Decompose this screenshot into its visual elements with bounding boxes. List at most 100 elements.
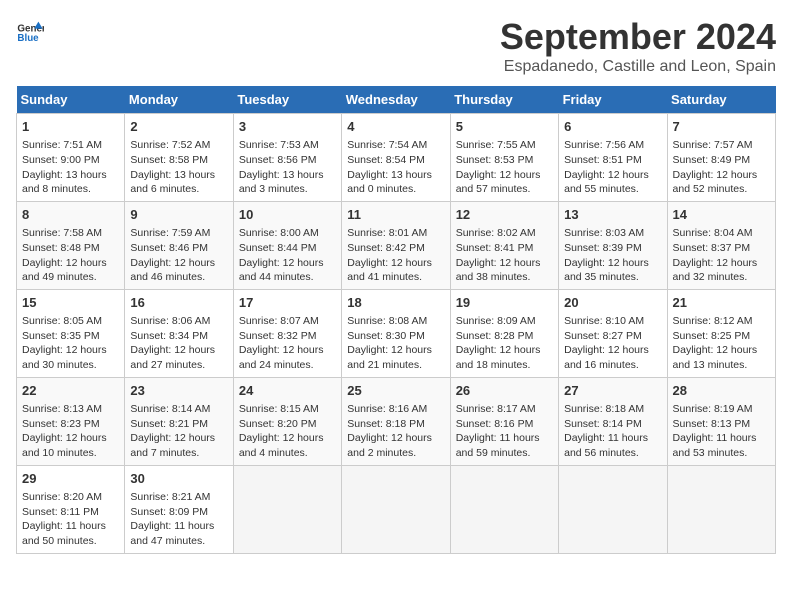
- daylight-text: Daylight: 12 hours and 24 minutes.: [239, 344, 324, 371]
- calendar-day-4: 4Sunrise: 7:54 AMSunset: 8:54 PMDaylight…: [342, 114, 450, 202]
- sunset-text: Sunset: 8:41 PM: [456, 242, 534, 254]
- sunrise-text: Sunrise: 8:16 AM: [347, 403, 427, 415]
- sunset-text: Sunset: 8:23 PM: [22, 418, 100, 430]
- calendar-week-2: 8Sunrise: 7:58 AMSunset: 8:48 PMDaylight…: [17, 201, 776, 289]
- sunset-text: Sunset: 8:09 PM: [130, 506, 208, 518]
- calendar-day-13: 13Sunrise: 8:03 AMSunset: 8:39 PMDayligh…: [559, 201, 667, 289]
- sunrise-text: Sunrise: 7:56 AM: [564, 139, 644, 151]
- calendar-day-16: 16Sunrise: 8:06 AMSunset: 8:34 PMDayligh…: [125, 289, 233, 377]
- sunset-text: Sunset: 9:00 PM: [22, 154, 100, 166]
- daylight-text: Daylight: 12 hours and 21 minutes.: [347, 344, 432, 371]
- day-number: 18: [347, 294, 444, 312]
- day-number: 21: [673, 294, 770, 312]
- day-number: 29: [22, 470, 119, 488]
- day-number: 7: [673, 118, 770, 136]
- sunset-text: Sunset: 8:58 PM: [130, 154, 208, 166]
- daylight-text: Daylight: 11 hours and 53 minutes.: [673, 432, 757, 459]
- calendar-week-3: 15Sunrise: 8:05 AMSunset: 8:35 PMDayligh…: [17, 289, 776, 377]
- sunrise-text: Sunrise: 7:51 AM: [22, 139, 102, 151]
- day-number: 4: [347, 118, 444, 136]
- daylight-text: Daylight: 12 hours and 4 minutes.: [239, 432, 324, 459]
- col-thursday: Thursday: [450, 86, 558, 114]
- calendar-day-22: 22Sunrise: 8:13 AMSunset: 8:23 PMDayligh…: [17, 377, 125, 465]
- daylight-text: Daylight: 11 hours and 56 minutes.: [564, 432, 648, 459]
- day-number: 14: [673, 206, 770, 224]
- sunrise-text: Sunrise: 8:05 AM: [22, 315, 102, 327]
- daylight-text: Daylight: 12 hours and 18 minutes.: [456, 344, 541, 371]
- daylight-text: Daylight: 12 hours and 16 minutes.: [564, 344, 649, 371]
- sunset-text: Sunset: 8:49 PM: [673, 154, 751, 166]
- sunset-text: Sunset: 8:48 PM: [22, 242, 100, 254]
- sunset-text: Sunset: 8:56 PM: [239, 154, 317, 166]
- calendar-day-14: 14Sunrise: 8:04 AMSunset: 8:37 PMDayligh…: [667, 201, 775, 289]
- day-number: 8: [22, 206, 119, 224]
- sunrise-text: Sunrise: 8:21 AM: [130, 491, 210, 503]
- sunrise-text: Sunrise: 8:01 AM: [347, 227, 427, 239]
- sunset-text: Sunset: 8:18 PM: [347, 418, 425, 430]
- day-number: 1: [22, 118, 119, 136]
- calendar-day-25: 25Sunrise: 8:16 AMSunset: 8:18 PMDayligh…: [342, 377, 450, 465]
- calendar-day-17: 17Sunrise: 8:07 AMSunset: 8:32 PMDayligh…: [233, 289, 341, 377]
- logo: General Blue: [16, 16, 44, 44]
- sunset-text: Sunset: 8:44 PM: [239, 242, 317, 254]
- daylight-text: Daylight: 13 hours and 0 minutes.: [347, 169, 432, 196]
- calendar-week-5: 29Sunrise: 8:20 AMSunset: 8:11 PMDayligh…: [17, 465, 776, 553]
- calendar-empty: [559, 465, 667, 553]
- sunset-text: Sunset: 8:25 PM: [673, 330, 751, 342]
- day-number: 2: [130, 118, 227, 136]
- col-sunday: Sunday: [17, 86, 125, 114]
- sunset-text: Sunset: 8:16 PM: [456, 418, 534, 430]
- calendar-day-27: 27Sunrise: 8:18 AMSunset: 8:14 PMDayligh…: [559, 377, 667, 465]
- day-number: 13: [564, 206, 661, 224]
- col-wednesday: Wednesday: [342, 86, 450, 114]
- daylight-text: Daylight: 11 hours and 47 minutes.: [130, 520, 214, 547]
- calendar-day-7: 7Sunrise: 7:57 AMSunset: 8:49 PMDaylight…: [667, 114, 775, 202]
- calendar-empty: [233, 465, 341, 553]
- daylight-text: Daylight: 12 hours and 7 minutes.: [130, 432, 215, 459]
- daylight-text: Daylight: 12 hours and 27 minutes.: [130, 344, 215, 371]
- day-number: 11: [347, 206, 444, 224]
- calendar-day-18: 18Sunrise: 8:08 AMSunset: 8:30 PMDayligh…: [342, 289, 450, 377]
- sunset-text: Sunset: 8:51 PM: [564, 154, 642, 166]
- day-number: 30: [130, 470, 227, 488]
- sunrise-text: Sunrise: 8:18 AM: [564, 403, 644, 415]
- calendar-empty: [667, 465, 775, 553]
- sunrise-text: Sunrise: 8:15 AM: [239, 403, 319, 415]
- day-number: 3: [239, 118, 336, 136]
- daylight-text: Daylight: 12 hours and 55 minutes.: [564, 169, 649, 196]
- sunrise-text: Sunrise: 8:00 AM: [239, 227, 319, 239]
- calendar-day-29: 29Sunrise: 8:20 AMSunset: 8:11 PMDayligh…: [17, 465, 125, 553]
- daylight-text: Daylight: 13 hours and 8 minutes.: [22, 169, 107, 196]
- sunset-text: Sunset: 8:32 PM: [239, 330, 317, 342]
- day-number: 5: [456, 118, 553, 136]
- col-tuesday: Tuesday: [233, 86, 341, 114]
- calendar-day-3: 3Sunrise: 7:53 AMSunset: 8:56 PMDaylight…: [233, 114, 341, 202]
- calendar-day-28: 28Sunrise: 8:19 AMSunset: 8:13 PMDayligh…: [667, 377, 775, 465]
- sunset-text: Sunset: 8:37 PM: [673, 242, 751, 254]
- sunrise-text: Sunrise: 8:02 AM: [456, 227, 536, 239]
- sunset-text: Sunset: 8:28 PM: [456, 330, 534, 342]
- calendar-day-6: 6Sunrise: 7:56 AMSunset: 8:51 PMDaylight…: [559, 114, 667, 202]
- calendar-day-10: 10Sunrise: 8:00 AMSunset: 8:44 PMDayligh…: [233, 201, 341, 289]
- calendar-day-30: 30 Sunrise: 8:21 AM Sunset: 8:09 PM Dayligh…: [125, 465, 233, 553]
- sunrise-text: Sunrise: 8:07 AM: [239, 315, 319, 327]
- calendar-empty: [342, 465, 450, 553]
- sunrise-text: Sunrise: 8:03 AM: [564, 227, 644, 239]
- calendar-day-23: 23Sunrise: 8:14 AMSunset: 8:21 PMDayligh…: [125, 377, 233, 465]
- daylight-text: Daylight: 12 hours and 10 minutes.: [22, 432, 107, 459]
- daylight-text: Daylight: 12 hours and 57 minutes.: [456, 169, 541, 196]
- calendar-table: Sunday Monday Tuesday Wednesday Thursday…: [16, 86, 776, 554]
- sunrise-text: Sunrise: 8:12 AM: [673, 315, 753, 327]
- daylight-text: Daylight: 12 hours and 52 minutes.: [673, 169, 758, 196]
- daylight-text: Daylight: 12 hours and 32 minutes.: [673, 257, 758, 284]
- day-number: 16: [130, 294, 227, 312]
- sunset-text: Sunset: 8:54 PM: [347, 154, 425, 166]
- calendar-day-26: 26Sunrise: 8:17 AMSunset: 8:16 PMDayligh…: [450, 377, 558, 465]
- day-number: 10: [239, 206, 336, 224]
- page-header: General Blue September 2024 Espadanedo, …: [16, 16, 776, 76]
- calendar-empty: [450, 465, 558, 553]
- sunrise-text: Sunrise: 7:55 AM: [456, 139, 536, 151]
- daylight-text: Daylight: 12 hours and 46 minutes.: [130, 257, 215, 284]
- sunset-text: Sunset: 8:35 PM: [22, 330, 100, 342]
- sunset-text: Sunset: 8:27 PM: [564, 330, 642, 342]
